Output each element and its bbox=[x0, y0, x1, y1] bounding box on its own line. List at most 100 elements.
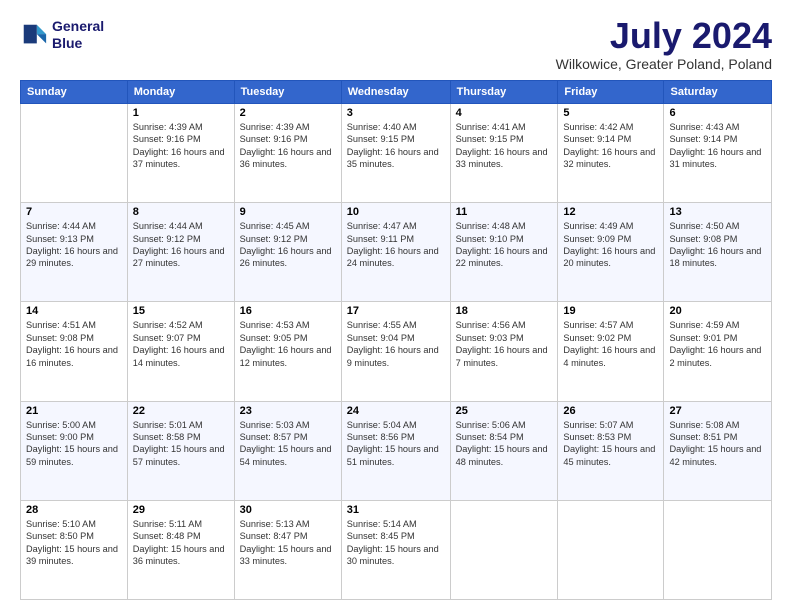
day-info: Sunrise: 4:51 AM Sunset: 9:08 PM Dayligh… bbox=[26, 319, 122, 369]
day-info: Sunrise: 4:56 AM Sunset: 9:03 PM Dayligh… bbox=[456, 319, 553, 369]
day-info: Sunrise: 4:44 AM Sunset: 9:13 PM Dayligh… bbox=[26, 220, 122, 270]
day-info: Sunrise: 4:50 AM Sunset: 9:08 PM Dayligh… bbox=[669, 220, 766, 270]
logo-text: General Blue bbox=[52, 18, 104, 52]
day-number: 23 bbox=[240, 405, 336, 417]
day-info: Sunrise: 5:11 AM Sunset: 8:48 PM Dayligh… bbox=[133, 518, 229, 568]
day-number: 10 bbox=[347, 206, 445, 218]
day-number: 6 bbox=[669, 107, 766, 119]
day-number: 28 bbox=[26, 504, 122, 516]
table-row: 26 Sunrise: 5:07 AM Sunset: 8:53 PM Dayli… bbox=[558, 401, 664, 500]
day-number: 26 bbox=[563, 405, 658, 417]
table-row: 16 Sunrise: 4:53 AM Sunset: 9:05 PM Dayli… bbox=[234, 302, 341, 401]
table-row: 29 Sunrise: 5:11 AM Sunset: 8:48 PM Dayli… bbox=[127, 500, 234, 599]
day-number: 18 bbox=[456, 305, 553, 317]
day-number: 19 bbox=[563, 305, 658, 317]
table-row: 27Sunrise: 5:08 AM Sunset: 8:51 PM Dayli… bbox=[664, 401, 772, 500]
table-row bbox=[664, 500, 772, 599]
day-info: Sunrise: 5:10 AM Sunset: 8:50 PM Dayligh… bbox=[26, 518, 122, 568]
day-info: Sunrise: 5:01 AM Sunset: 8:58 PM Dayligh… bbox=[133, 419, 229, 469]
table-row: 23 Sunrise: 5:03 AM Sunset: 8:57 PM Dayli… bbox=[234, 401, 341, 500]
day-info: Sunrise: 4:44 AM Sunset: 9:12 PM Dayligh… bbox=[133, 220, 229, 270]
day-number: 3 bbox=[347, 107, 445, 119]
month-title: July 2024 bbox=[556, 18, 772, 54]
col-monday: Monday bbox=[127, 81, 234, 104]
day-info: Sunrise: 4:48 AM Sunset: 9:10 PM Dayligh… bbox=[456, 220, 553, 270]
day-number: 17 bbox=[347, 305, 445, 317]
day-info: Sunrise: 4:39 AM Sunset: 9:16 PM Dayligh… bbox=[240, 121, 336, 171]
day-info: Sunrise: 5:03 AM Sunset: 8:57 PM Dayligh… bbox=[240, 419, 336, 469]
table-row: 22 Sunrise: 5:01 AM Sunset: 8:58 PM Dayli… bbox=[127, 401, 234, 500]
col-friday: Friday bbox=[558, 81, 664, 104]
table-row: 31 Sunrise: 5:14 AM Sunset: 8:45 PM Dayli… bbox=[341, 500, 450, 599]
day-number: 8 bbox=[133, 206, 229, 218]
day-info: Sunrise: 5:14 AM Sunset: 8:45 PM Dayligh… bbox=[347, 518, 445, 568]
table-row: 24Sunrise: 5:04 AM Sunset: 8:56 PM Dayli… bbox=[341, 401, 450, 500]
day-info: Sunrise: 5:07 AM Sunset: 8:53 PM Dayligh… bbox=[563, 419, 658, 469]
day-info: Sunrise: 5:13 AM Sunset: 8:47 PM Dayligh… bbox=[240, 518, 336, 568]
table-row: 13Sunrise: 4:50 AM Sunset: 9:08 PM Dayli… bbox=[664, 203, 772, 302]
calendar-week-row: 7 Sunrise: 4:44 AM Sunset: 9:13 PM Daylig… bbox=[21, 203, 772, 302]
table-row: 28 Sunrise: 5:10 AM Sunset: 8:50 PM Dayli… bbox=[21, 500, 128, 599]
title-area: July 2024 Wilkowice, Greater Poland, Pol… bbox=[556, 18, 772, 72]
table-row: 17Sunrise: 4:55 AM Sunset: 9:04 PM Dayli… bbox=[341, 302, 450, 401]
logo: General Blue bbox=[20, 18, 104, 52]
day-number: 4 bbox=[456, 107, 553, 119]
table-row: 2 Sunrise: 4:39 AM Sunset: 9:16 PM Daylig… bbox=[234, 104, 341, 203]
day-number: 2 bbox=[240, 107, 336, 119]
calendar-week-row: 14Sunrise: 4:51 AM Sunset: 9:08 PM Dayli… bbox=[21, 302, 772, 401]
col-sunday: Sunday bbox=[21, 81, 128, 104]
table-row: 11 Sunrise: 4:48 AM Sunset: 9:10 PM Dayli… bbox=[450, 203, 558, 302]
col-wednesday: Wednesday bbox=[341, 81, 450, 104]
day-info: Sunrise: 4:39 AM Sunset: 9:16 PM Dayligh… bbox=[133, 121, 229, 171]
table-row: 6 Sunrise: 4:43 AM Sunset: 9:14 PM Daylig… bbox=[664, 104, 772, 203]
table-row: 8 Sunrise: 4:44 AM Sunset: 9:12 PM Daylig… bbox=[127, 203, 234, 302]
day-info: Sunrise: 4:53 AM Sunset: 9:05 PM Dayligh… bbox=[240, 319, 336, 369]
day-info: Sunrise: 4:49 AM Sunset: 9:09 PM Dayligh… bbox=[563, 220, 658, 270]
table-row bbox=[558, 500, 664, 599]
day-number: 16 bbox=[240, 305, 336, 317]
day-number: 29 bbox=[133, 504, 229, 516]
day-info: Sunrise: 5:00 AM Sunset: 9:00 PM Dayligh… bbox=[26, 419, 122, 469]
day-info: Sunrise: 5:06 AM Sunset: 8:54 PM Dayligh… bbox=[456, 419, 553, 469]
day-info: Sunrise: 5:08 AM Sunset: 8:51 PM Dayligh… bbox=[669, 419, 766, 469]
page: General Blue July 2024 Wilkowice, Greate… bbox=[0, 0, 792, 612]
day-number: 7 bbox=[26, 206, 122, 218]
day-info: Sunrise: 4:40 AM Sunset: 9:15 PM Dayligh… bbox=[347, 121, 445, 171]
table-row: 30 Sunrise: 5:13 AM Sunset: 8:47 PM Dayli… bbox=[234, 500, 341, 599]
day-number: 21 bbox=[26, 405, 122, 417]
table-row: 15Sunrise: 4:52 AM Sunset: 9:07 PM Dayli… bbox=[127, 302, 234, 401]
day-info: Sunrise: 4:45 AM Sunset: 9:12 PM Dayligh… bbox=[240, 220, 336, 270]
calendar-table: Sunday Monday Tuesday Wednesday Thursday… bbox=[20, 80, 772, 600]
table-row: 25 Sunrise: 5:06 AM Sunset: 8:54 PM Dayli… bbox=[450, 401, 558, 500]
table-row: 1 Sunrise: 4:39 AM Sunset: 9:16 PM Daylig… bbox=[127, 104, 234, 203]
col-saturday: Saturday bbox=[664, 81, 772, 104]
day-info: Sunrise: 4:41 AM Sunset: 9:15 PM Dayligh… bbox=[456, 121, 553, 171]
calendar-week-row: 28 Sunrise: 5:10 AM Sunset: 8:50 PM Dayli… bbox=[21, 500, 772, 599]
day-number: 25 bbox=[456, 405, 553, 417]
day-number: 9 bbox=[240, 206, 336, 218]
day-number: 15 bbox=[133, 305, 229, 317]
table-row: 4 Sunrise: 4:41 AM Sunset: 9:15 PM Daylig… bbox=[450, 104, 558, 203]
table-row: 3 Sunrise: 4:40 AM Sunset: 9:15 PM Daylig… bbox=[341, 104, 450, 203]
calendar-body: 1 Sunrise: 4:39 AM Sunset: 9:16 PM Daylig… bbox=[21, 104, 772, 600]
day-info: Sunrise: 4:57 AM Sunset: 9:02 PM Dayligh… bbox=[563, 319, 658, 369]
table-row: 9 Sunrise: 4:45 AM Sunset: 9:12 PM Daylig… bbox=[234, 203, 341, 302]
day-number: 22 bbox=[133, 405, 229, 417]
calendar-week-row: 1 Sunrise: 4:39 AM Sunset: 9:16 PM Daylig… bbox=[21, 104, 772, 203]
day-number: 31 bbox=[347, 504, 445, 516]
day-number: 1 bbox=[133, 107, 229, 119]
table-row: 10Sunrise: 4:47 AM Sunset: 9:11 PM Dayli… bbox=[341, 203, 450, 302]
location: Wilkowice, Greater Poland, Poland bbox=[556, 56, 772, 72]
day-info: Sunrise: 4:43 AM Sunset: 9:14 PM Dayligh… bbox=[669, 121, 766, 171]
col-thursday: Thursday bbox=[450, 81, 558, 104]
day-number: 11 bbox=[456, 206, 553, 218]
table-row: 5Sunrise: 4:42 AM Sunset: 9:14 PM Daylig… bbox=[558, 104, 664, 203]
table-row bbox=[21, 104, 128, 203]
table-row: 14Sunrise: 4:51 AM Sunset: 9:08 PM Dayli… bbox=[21, 302, 128, 401]
day-number: 20 bbox=[669, 305, 766, 317]
day-number: 30 bbox=[240, 504, 336, 516]
calendar-week-row: 21 Sunrise: 5:00 AM Sunset: 9:00 PM Dayli… bbox=[21, 401, 772, 500]
table-row: 19 Sunrise: 4:57 AM Sunset: 9:02 PM Dayli… bbox=[558, 302, 664, 401]
day-number: 12 bbox=[563, 206, 658, 218]
table-row: 12 Sunrise: 4:49 AM Sunset: 9:09 PM Dayli… bbox=[558, 203, 664, 302]
